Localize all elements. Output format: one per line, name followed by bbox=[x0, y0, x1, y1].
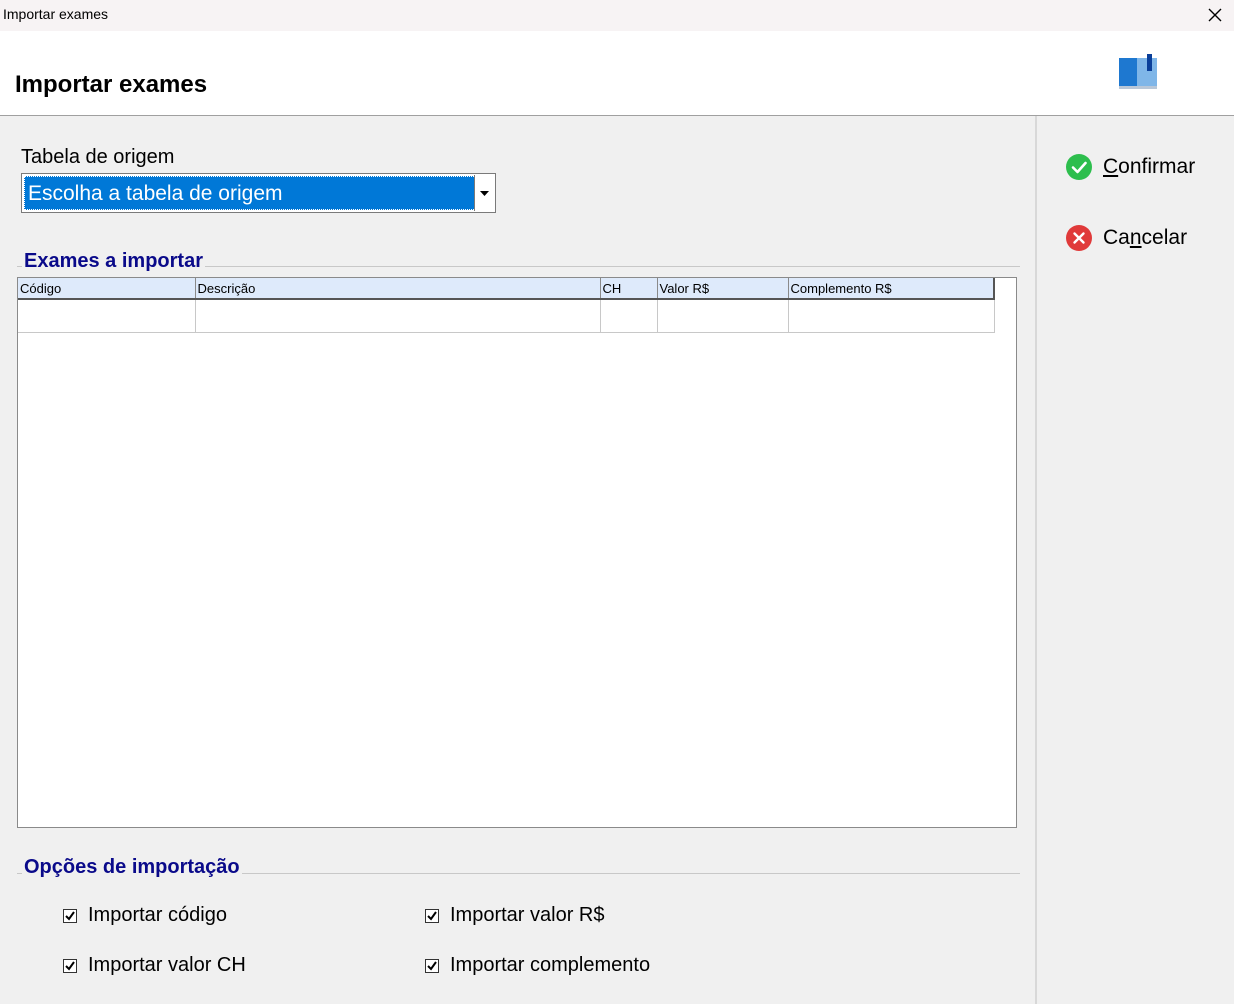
column-header-codigo[interactable]: Código bbox=[18, 278, 196, 300]
importar-valor-rs-checkbox[interactable]: Importar valor R$ bbox=[425, 904, 605, 927]
checkbox-label: Importar valor R$ bbox=[450, 904, 605, 926]
table-cell[interactable] bbox=[657, 299, 789, 333]
check-circle-icon bbox=[1066, 154, 1092, 180]
checkbox-label: Importar complemento bbox=[450, 954, 651, 976]
origem-label: Tabela de origem bbox=[21, 146, 175, 168]
exames-group-title: Exames a importar bbox=[22, 250, 205, 273]
table-cell[interactable] bbox=[195, 299, 601, 333]
opcoes-group-title: Opções de importação bbox=[22, 856, 242, 879]
table-cell[interactable] bbox=[788, 299, 995, 333]
action-sidebar: Confirmar Cancelar bbox=[1035, 116, 1234, 1004]
checkmark-icon bbox=[65, 960, 75, 971]
confirm-button[interactable]: Confirmar bbox=[1065, 152, 1195, 182]
close-icon bbox=[1208, 8, 1222, 22]
checkbox-box[interactable] bbox=[425, 908, 439, 923]
origem-select[interactable]: Escolha a tabela de origem bbox=[21, 173, 496, 213]
table-cell[interactable] bbox=[18, 299, 196, 333]
column-header-valor[interactable]: Valor R$ bbox=[657, 278, 789, 300]
book-icon bbox=[1119, 54, 1157, 89]
cancel-label: Cancelar bbox=[1103, 226, 1188, 249]
header: Importar exames bbox=[0, 31, 1234, 116]
checkmark-icon bbox=[427, 960, 437, 971]
x-circle-icon bbox=[1066, 225, 1092, 251]
origem-select-value: Escolha a tabela de origem bbox=[24, 176, 476, 210]
title-bar: Importar exames bbox=[0, 0, 1234, 31]
column-header-ch[interactable]: CH bbox=[600, 278, 658, 300]
column-header-descricao[interactable]: Descrição bbox=[195, 278, 601, 300]
checkmark-icon bbox=[65, 910, 75, 921]
checkbox-label: Importar valor CH bbox=[88, 954, 246, 976]
importar-codigo-checkbox[interactable]: Importar código bbox=[63, 904, 227, 927]
table-row[interactable] bbox=[18, 299, 995, 333]
confirm-label: Confirmar bbox=[1103, 155, 1196, 178]
close-button[interactable] bbox=[1204, 4, 1226, 26]
checkbox-box[interactable] bbox=[425, 958, 439, 973]
checkmark-icon bbox=[427, 910, 437, 921]
exames-grid[interactable]: Código Descrição CH Valor R$ Complemento… bbox=[17, 277, 1017, 828]
column-header-complemento[interactable]: Complemento R$ bbox=[788, 278, 995, 300]
chevron-down-icon bbox=[480, 190, 489, 196]
checkbox-box[interactable] bbox=[63, 908, 77, 923]
window-title: Importar exames bbox=[3, 6, 109, 22]
checkbox-label: Importar código bbox=[88, 904, 227, 926]
importar-complemento-checkbox[interactable]: Importar complemento bbox=[425, 954, 650, 977]
checkbox-box[interactable] bbox=[63, 958, 77, 973]
table-cell[interactable] bbox=[600, 299, 658, 333]
dropdown-button[interactable] bbox=[474, 175, 494, 211]
page-title: Importar exames bbox=[15, 71, 208, 98]
cancel-button[interactable]: Cancelar bbox=[1065, 223, 1187, 253]
exames-table: Código Descrição CH Valor R$ Complemento… bbox=[18, 278, 995, 333]
importar-valor-ch-checkbox[interactable]: Importar valor CH bbox=[63, 954, 246, 977]
